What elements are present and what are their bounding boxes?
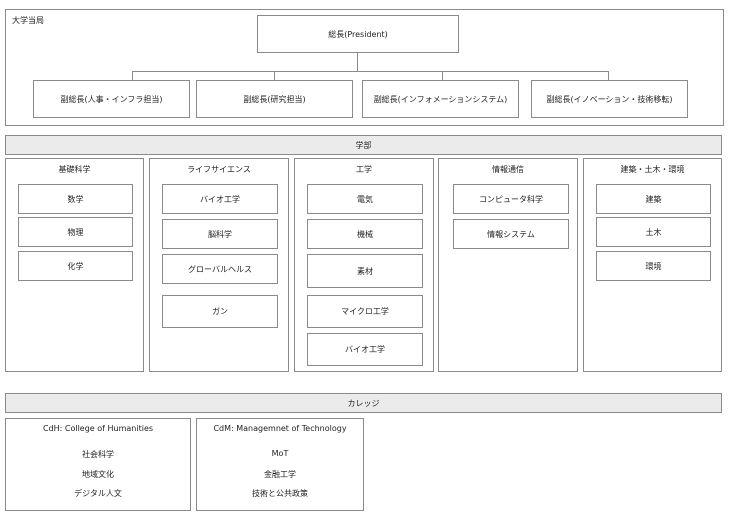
faculties-title: 学部	[355, 140, 372, 150]
connector-president-down	[357, 53, 358, 71]
faculty-item-label: 機械	[357, 229, 373, 239]
faculty-item: 数学	[18, 184, 133, 214]
faculty-column-title: 基礎科学	[58, 165, 91, 174]
faculty-item: バイオ工学	[162, 184, 278, 214]
vice-president-box-4: 副総長(イノベーション・技術移転)	[531, 80, 688, 118]
faculty-item: マイクロ工学	[307, 295, 423, 328]
vice-president-box-3: 副総長(インフォメーションシステム)	[362, 80, 519, 118]
faculty-item: 脳科学	[162, 219, 278, 249]
president-box: 総長(President)	[257, 15, 459, 53]
faculty-item-label: コンピュータ科学	[479, 194, 543, 204]
faculty-item: 電気	[307, 184, 423, 214]
faculty-item-label: 情報システム	[487, 229, 535, 239]
faculty-item: 情報システム	[453, 219, 569, 249]
vice-president-box-2: 副総長(研究担当)	[196, 80, 353, 118]
vice-president-label: 副総長(イノベーション・技術移転)	[546, 94, 673, 104]
college-title: CdM: Managemnet of Technology	[213, 424, 347, 433]
vice-president-label: 副総長(研究担当)	[243, 94, 306, 104]
college-item: デジタル人文	[74, 489, 122, 498]
faculty-column-title: ライフサイエンス	[187, 165, 251, 174]
faculty-item-label: 化学	[67, 261, 84, 271]
faculty-item: 環境	[596, 251, 711, 281]
faculty-item-label: 物理	[67, 227, 84, 237]
faculty-item-label: マイクロ工学	[341, 307, 389, 316]
faculty-item-label: 環境	[645, 261, 662, 271]
faculty-item: 物理	[18, 217, 133, 247]
connector-vp4	[608, 71, 609, 80]
vice-president-label: 副総長(インフォメーションシステム)	[373, 94, 508, 104]
faculty-item-label: バイオ工学	[200, 194, 240, 204]
faculty-column-life-science: ライフサイエンス バイオ工学 脳科学 グローバルヘルス ガン	[149, 158, 289, 372]
faculty-item-label: 脳科学	[208, 229, 232, 239]
faculty-item: 建築	[596, 184, 711, 214]
faculty-item-label: バイオ工学	[345, 345, 385, 354]
faculty-item: 化学	[18, 251, 133, 281]
college-item: 金融工学	[264, 470, 296, 479]
faculty-column-title: 建築・土木・環境	[620, 165, 685, 174]
faculty-column-basic-science: 基礎科学 数学 物理 化学	[5, 158, 144, 372]
faculty-item-label: 建築	[645, 194, 662, 204]
faculty-item: コンピュータ科学	[453, 184, 569, 214]
college-item: 地域文化	[82, 470, 114, 479]
faculty-item-label: グローバルヘルス	[188, 264, 252, 274]
connector-vp3	[442, 71, 443, 80]
college-title: CdH: College of Humanities	[42, 424, 154, 433]
faculty-column-engineering: 工学 電気 機械 素材 マイクロ工学 バイオ工学	[294, 158, 434, 372]
faculty-item: ガン	[162, 295, 278, 328]
college-item: 社会科学	[82, 450, 114, 459]
faculty-item-label: 素材	[357, 266, 373, 276]
faculty-column-ict: 情報通信 コンピュータ科学 情報システム	[438, 158, 578, 372]
faculty-item-label: 土木	[645, 227, 662, 237]
vice-president-box-1: 副総長(人事・インフラ担当)	[33, 80, 190, 118]
connector-vp1	[132, 71, 133, 80]
college-box-technology-management: CdM: Managemnet of Technology MoT 金融工学 技…	[196, 418, 364, 511]
faculty-item-label: ガン	[212, 307, 228, 316]
administration-label: 大学当局	[12, 16, 44, 25]
president-label: 総長(President)	[328, 29, 388, 39]
faculty-item-label: 数学	[67, 194, 84, 204]
faculty-item: 機械	[307, 219, 423, 249]
faculty-item: 素材	[307, 254, 423, 288]
connector-vp2	[274, 71, 275, 80]
colleges-header: カレッジ	[5, 393, 722, 413]
vice-president-label: 副総長(人事・インフラ担当)	[60, 94, 163, 104]
college-item: MoT	[271, 449, 289, 458]
connector-horizontal	[132, 71, 609, 72]
faculties-header: 学部	[5, 135, 722, 155]
faculty-item: バイオ工学	[307, 333, 423, 366]
faculty-column-title: 情報通信	[492, 165, 524, 174]
faculty-column-architecture: 建築・土木・環境 建築 土木 環境	[583, 158, 722, 372]
faculty-item: 土木	[596, 217, 711, 247]
faculty-column-title: 工学	[356, 165, 372, 174]
colleges-title: カレッジ	[347, 398, 380, 408]
college-item: 技術と公共政策	[252, 489, 308, 498]
faculty-item-label: 電気	[357, 194, 373, 204]
college-box-humanities: CdH: College of Humanities 社会科学 地域文化 デジタ…	[5, 418, 191, 511]
faculty-item: グローバルヘルス	[162, 254, 278, 284]
